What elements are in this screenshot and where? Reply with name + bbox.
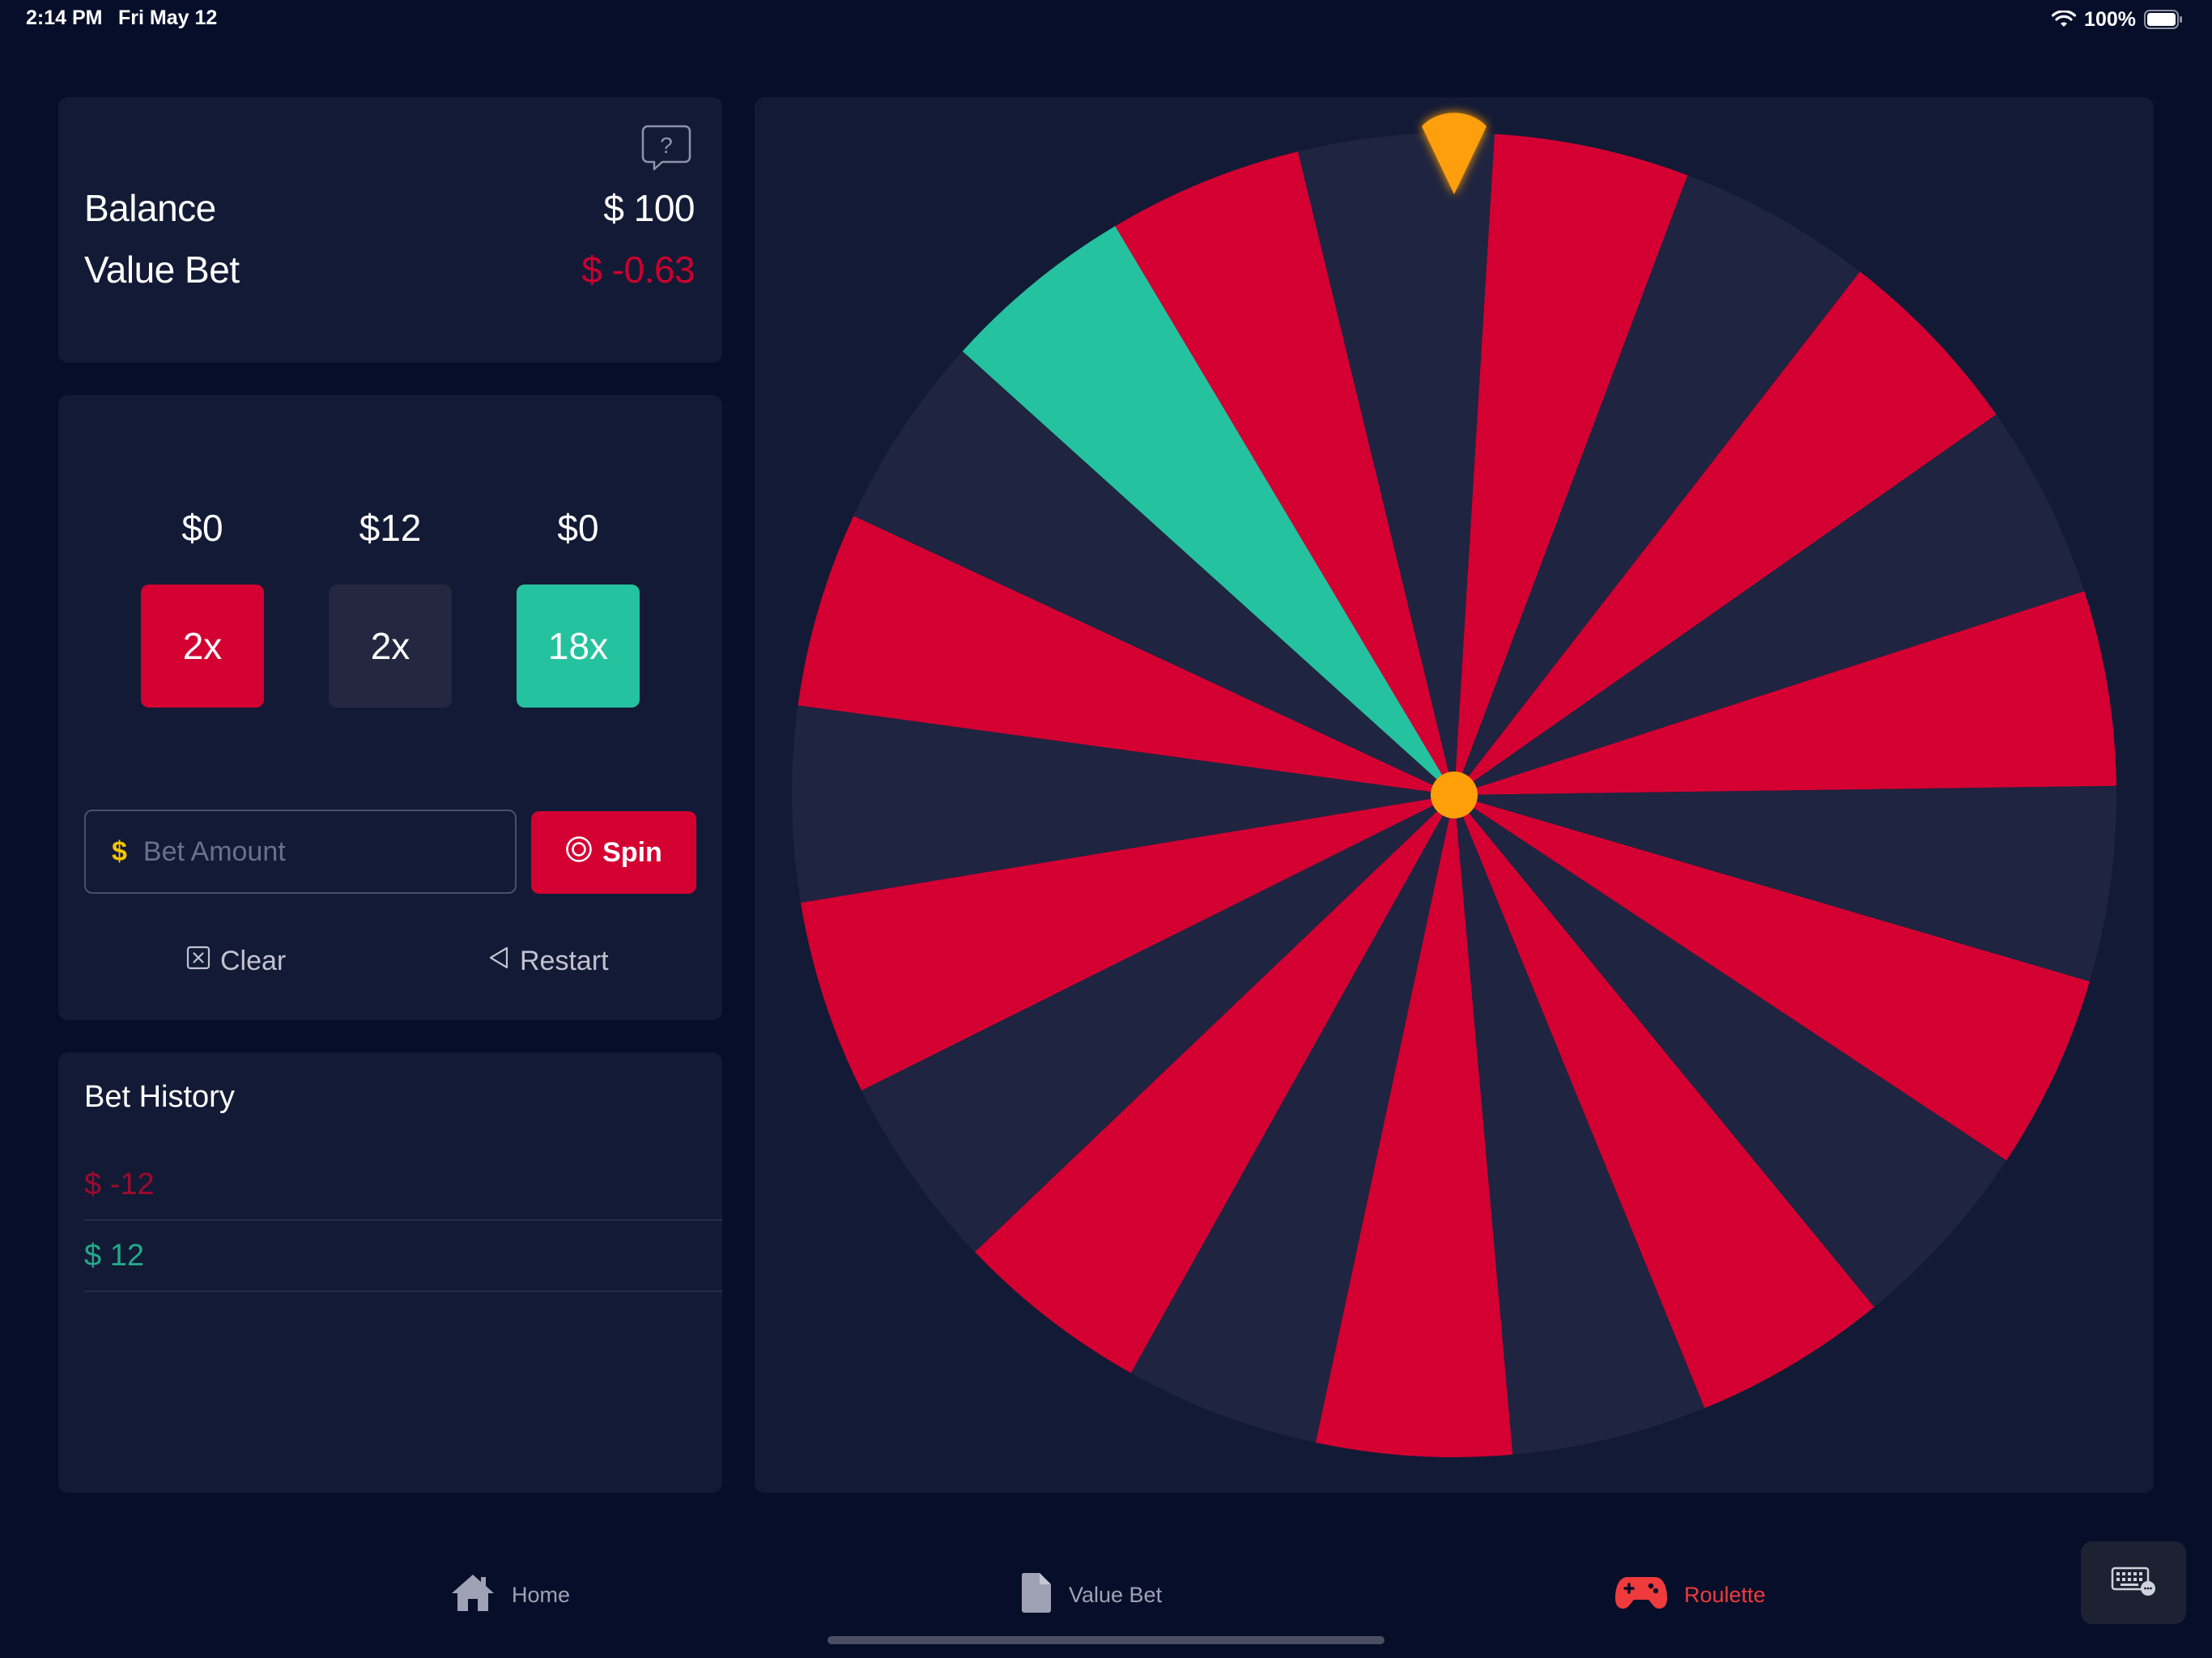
history-entry: $ 12: [84, 1221, 722, 1292]
bet-amount-green: $0: [557, 507, 599, 549]
bet-history-panel: Bet History $ -12 $ 12: [58, 1052, 722, 1493]
tab-value-bet-label: Value Bet: [1069, 1582, 1163, 1607]
gamepad-icon: [1614, 1575, 1668, 1615]
multiplier-button-dark[interactable]: 2x: [329, 585, 452, 708]
tab-value-bet[interactable]: Value Bet: [1020, 1571, 1162, 1619]
bet-amount-input[interactable]: $ Bet Amount: [84, 810, 517, 894]
bet-amount-dark: $12: [359, 507, 422, 549]
bet-option-red: $0 2x: [141, 504, 264, 708]
balance-value: $ 100: [603, 187, 695, 229]
tab-home-label: Home: [512, 1582, 571, 1607]
history-entry: $ -12: [84, 1150, 722, 1221]
multiplier-button-red[interactable]: 2x: [141, 585, 264, 708]
svg-text:?: ?: [660, 133, 673, 158]
tab-home[interactable]: Home: [450, 1571, 570, 1619]
battery-percent: 100%: [2084, 7, 2136, 31]
close-square-icon: [186, 946, 211, 977]
status-date: Fri May 12: [118, 6, 218, 29]
target-icon: [565, 835, 593, 870]
multiplier-button-green[interactable]: 18x: [517, 585, 640, 708]
wheel-hub: [1431, 772, 1478, 818]
balance-panel: ? Balance $ 100 Value Bet $ -0.63: [58, 97, 722, 363]
status-indicators: 100%: [2052, 5, 2183, 34]
bet-panel: $0 2x $12 2x $0 18x $ Bet Amount Spin Cl…: [58, 395, 722, 1020]
value-bet-label: Value Bet: [84, 249, 240, 291]
status-time: 2:14 PM: [26, 6, 103, 29]
restart-label: Restart: [520, 946, 609, 976]
value-bet-value: $ -0.63: [581, 249, 695, 291]
home-indicator: [827, 1636, 1385, 1644]
triangle-left-icon: [487, 946, 510, 977]
bet-option-dark: $12 2x: [329, 504, 452, 708]
clear-button[interactable]: Clear: [186, 946, 286, 977]
spin-label: Spin: [602, 836, 662, 868]
bet-history-title: Bet History: [84, 1080, 235, 1114]
status-bar: 2:14 PM Fri May 12 100%: [0, 0, 2212, 40]
keyboard-icon: [2111, 1566, 2156, 1601]
spin-button[interactable]: Spin: [531, 811, 696, 894]
bet-option-green: $0 18x: [517, 504, 640, 708]
roulette-wheel-panel: [755, 97, 2154, 1493]
tab-roulette[interactable]: Roulette: [1614, 1571, 1766, 1619]
currency-symbol: $: [112, 835, 127, 867]
restart-button[interactable]: Restart: [487, 946, 609, 977]
keyboard-button[interactable]: [2081, 1541, 2186, 1624]
battery-icon: [2144, 10, 2183, 29]
roulette-wheel[interactable]: [755, 97, 2154, 1493]
question-bubble-icon[interactable]: ?: [641, 125, 691, 172]
balance-label: Balance: [84, 187, 216, 229]
clear-label: Clear: [220, 946, 287, 976]
tab-roulette-label: Roulette: [1684, 1582, 1766, 1607]
bet-amount-placeholder: Bet Amount: [143, 835, 286, 867]
wifi-icon: [2052, 11, 2077, 28]
document-icon: [1020, 1571, 1053, 1619]
house-icon: [450, 1572, 496, 1618]
bet-amount-red: $0: [181, 507, 223, 549]
app-root: 2:14 PM Fri May 12 100% ? Balance $ 100 …: [0, 0, 2212, 1658]
